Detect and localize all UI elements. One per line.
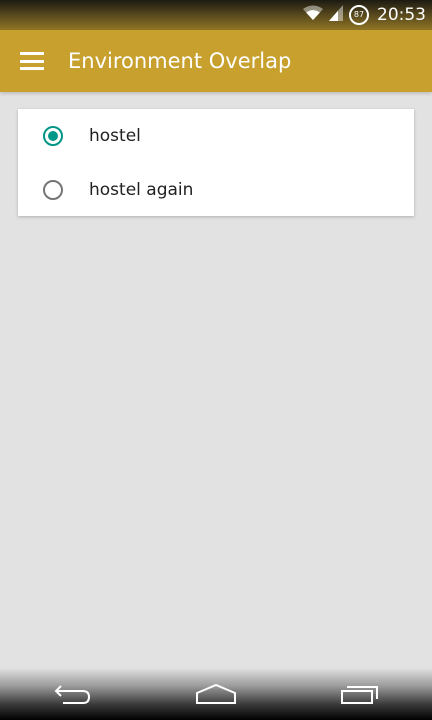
status-clock: 20:53 xyxy=(377,5,426,25)
home-icon[interactable] xyxy=(186,674,246,714)
screen: 87 20:53 Environment Overlap hostel host… xyxy=(0,0,432,720)
battery-icon: 87 xyxy=(349,5,369,25)
navigation-bar xyxy=(0,668,432,720)
back-icon[interactable] xyxy=(42,674,102,714)
option-label: hostel xyxy=(89,126,141,146)
options-card: hostel hostel again xyxy=(18,109,414,216)
option-hostel-again[interactable]: hostel again xyxy=(18,163,414,217)
signal-icon xyxy=(329,5,343,25)
menu-icon[interactable] xyxy=(20,52,44,70)
option-hostel[interactable]: hostel xyxy=(18,109,414,163)
wifi-icon xyxy=(303,5,323,25)
radio-button-checked[interactable] xyxy=(43,126,63,146)
radio-button-unchecked[interactable] xyxy=(43,180,63,200)
app-bar: Environment Overlap xyxy=(0,30,432,92)
status-bar: 87 20:53 xyxy=(0,0,432,30)
option-label: hostel again xyxy=(89,180,194,200)
recents-icon[interactable] xyxy=(330,674,390,714)
app-title: Environment Overlap xyxy=(68,49,292,73)
